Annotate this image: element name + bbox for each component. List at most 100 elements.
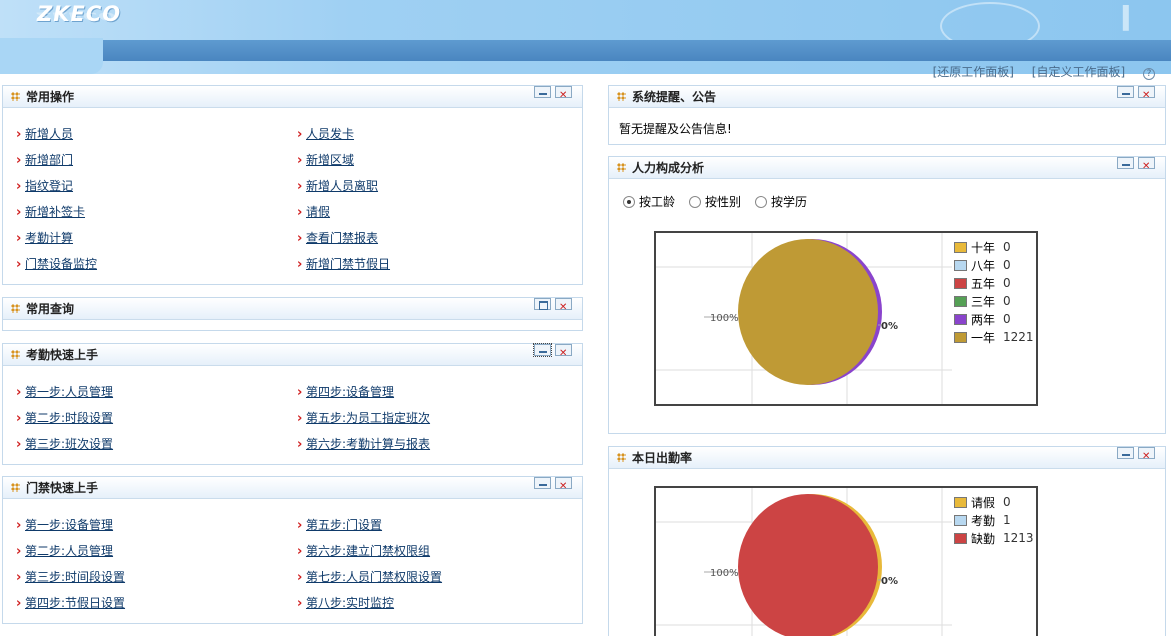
radio-by-gender[interactable]: 按性别 bbox=[689, 193, 741, 210]
link-att-step4[interactable]: 第四步:设备管理 bbox=[306, 383, 394, 400]
panel-title: 常用操作 bbox=[26, 90, 75, 104]
panel-header: 考勤快速上手 bbox=[3, 343, 582, 366]
minimize-icon[interactable] bbox=[1117, 86, 1134, 98]
link-add-missed-punch[interactable]: 新增补签卡 bbox=[25, 203, 85, 220]
link-door-holiday[interactable]: 新增门禁节假日 bbox=[306, 255, 390, 272]
legend-label: 十年 bbox=[971, 240, 996, 255]
link-att-step5[interactable]: 第五步:为员工指定班次 bbox=[306, 409, 430, 426]
legend-value: 1213 bbox=[1003, 531, 1034, 545]
legend-value: 0 bbox=[1003, 240, 1011, 254]
legend-label: 五年 bbox=[971, 276, 996, 291]
pie-label-main: 100% bbox=[710, 568, 739, 579]
link-att-step1[interactable]: 第一步:人员管理 bbox=[25, 383, 113, 400]
radio-unchecked-icon bbox=[689, 195, 702, 208]
legend-item: 一年 1221 bbox=[954, 328, 1034, 346]
panel-title: 考勤快速上手 bbox=[26, 348, 99, 362]
legend-value: 0 bbox=[1003, 294, 1011, 308]
radio-by-education[interactable]: 按学历 bbox=[755, 193, 807, 210]
panel-att-quick: 考勤快速上手 第一步:人员管理 第二步:时段设置 第三步:班次设置 第四步:设备… bbox=[2, 343, 583, 465]
link-acc-step4[interactable]: 第四步:节假日设置 bbox=[25, 594, 125, 611]
link-add-department[interactable]: 新增部门 bbox=[25, 151, 73, 168]
link-add-person[interactable]: 新增人员 bbox=[25, 125, 73, 142]
close-icon[interactable] bbox=[555, 85, 572, 107]
clock-numeral-decoration: l bbox=[1120, 0, 1132, 40]
logo-reflection: ZKECO bbox=[37, 10, 117, 22]
minimize-icon[interactable] bbox=[534, 86, 551, 98]
maximize-icon[interactable] bbox=[534, 298, 551, 310]
legend-swatch bbox=[954, 331, 967, 343]
grip-icon bbox=[11, 304, 20, 313]
attendance-legend: 请假 0 考勤 1 缺勤 1213 bbox=[954, 493, 1034, 547]
grip-icon bbox=[11, 92, 20, 101]
pie-slice bbox=[738, 494, 878, 636]
link-fingerprint[interactable]: 指纹登记 bbox=[25, 177, 73, 194]
radio-label: 按学历 bbox=[771, 195, 808, 209]
minimize-icon[interactable] bbox=[534, 477, 551, 489]
hr-filter-radios: 按工龄 按性别 按学历 bbox=[623, 193, 807, 210]
workspace-links: [还原工作面板] [自定义工作面板] ? bbox=[919, 63, 1155, 80]
help-icon[interactable]: ? bbox=[1143, 68, 1155, 80]
close-icon[interactable] bbox=[1138, 85, 1155, 107]
restore-workspace-link[interactable]: [还原工作面板] bbox=[933, 65, 1014, 79]
link-acc-step7[interactable]: 第七步:人员门禁权限设置 bbox=[306, 568, 442, 585]
radio-label: 按性别 bbox=[705, 195, 742, 209]
link-add-area[interactable]: 新增区域 bbox=[306, 151, 354, 168]
link-acc-step1[interactable]: 第一步:设备管理 bbox=[25, 516, 113, 533]
grip-icon bbox=[617, 163, 626, 172]
legend-label: 缺勤 bbox=[971, 531, 996, 546]
radio-by-seniority[interactable]: 按工龄 bbox=[623, 193, 675, 210]
radio-unchecked-icon bbox=[755, 195, 768, 208]
link-door-report[interactable]: 查看门禁报表 bbox=[306, 229, 378, 246]
header-bar bbox=[100, 40, 1171, 61]
close-icon[interactable] bbox=[555, 343, 572, 365]
close-icon[interactable] bbox=[555, 476, 572, 498]
link-att-step3[interactable]: 第三步:班次设置 bbox=[25, 435, 113, 452]
close-icon[interactable] bbox=[1138, 156, 1155, 178]
legend-item: 请假 0 bbox=[954, 493, 1034, 511]
link-door-monitor[interactable]: 门禁设备监控 bbox=[25, 255, 97, 272]
link-acc-step5[interactable]: 第五步:门设置 bbox=[306, 516, 382, 533]
legend-label: 两年 bbox=[971, 312, 996, 327]
legend-label: 三年 bbox=[971, 294, 996, 309]
legend-value: 0 bbox=[1003, 276, 1011, 290]
link-issue-card[interactable]: 人员发卡 bbox=[306, 125, 354, 142]
link-att-step6[interactable]: 第六步:考勤计算与报表 bbox=[306, 435, 430, 452]
link-add-resign[interactable]: 新增人员离职 bbox=[306, 177, 378, 194]
pie-label-main: 100% bbox=[710, 313, 739, 324]
close-icon[interactable] bbox=[555, 297, 572, 319]
legend-label: 一年 bbox=[971, 330, 996, 345]
legend-swatch bbox=[954, 313, 967, 325]
pie-label-side: 0% bbox=[881, 321, 898, 332]
panel-acc-quick: 门禁快速上手 第一步:设备管理 第二步:人员管理 第三步:时间段设置 第四步:节… bbox=[2, 476, 583, 624]
panel-common-query: 常用查询 bbox=[2, 297, 583, 331]
grip-icon bbox=[11, 483, 20, 492]
hr-legend: 十年 0 八年 0 五年 0 三年 0 两年 0 一年 1221 bbox=[954, 238, 1034, 346]
legend-value: 1221 bbox=[1003, 330, 1034, 344]
link-acc-step8[interactable]: 第八步:实时监控 bbox=[306, 594, 394, 611]
legend-value: 0 bbox=[1003, 258, 1011, 272]
link-acc-step3[interactable]: 第三步:时间段设置 bbox=[25, 568, 125, 585]
legend-item: 缺勤 1213 bbox=[954, 529, 1034, 547]
legend-item: 三年 0 bbox=[954, 292, 1034, 310]
legend-swatch bbox=[954, 241, 967, 253]
minimize-icon[interactable] bbox=[1117, 447, 1134, 459]
link-acc-step2[interactable]: 第二步:人员管理 bbox=[25, 542, 113, 559]
panel-header: 人力构成分析 bbox=[609, 156, 1165, 179]
legend-item: 五年 0 bbox=[954, 274, 1034, 292]
legend-item: 两年 0 bbox=[954, 310, 1034, 328]
link-att-step2[interactable]: 第二步:时段设置 bbox=[25, 409, 113, 426]
panel-attendance-rate: 本日出勤率 100% 0% 请假 0 考勤 1 缺勤 1213 bbox=[608, 446, 1166, 636]
link-leave[interactable]: 请假 bbox=[306, 203, 330, 220]
panel-title: 门禁快速上手 bbox=[26, 481, 99, 495]
grip-icon bbox=[617, 453, 626, 462]
pie-slice bbox=[738, 239, 878, 385]
customize-workspace-link[interactable]: [自定义工作面板] bbox=[1032, 65, 1125, 79]
panel-title: 人力构成分析 bbox=[632, 161, 705, 175]
close-icon[interactable] bbox=[1138, 446, 1155, 468]
link-acc-step6[interactable]: 第六步:建立门禁权限组 bbox=[306, 542, 430, 559]
minimize-icon[interactable] bbox=[533, 343, 552, 357]
panel-title: 系统提醒、公告 bbox=[632, 90, 717, 104]
minimize-icon[interactable] bbox=[1117, 157, 1134, 169]
link-att-calc[interactable]: 考勤计算 bbox=[25, 229, 73, 246]
legend-label: 八年 bbox=[971, 258, 996, 273]
